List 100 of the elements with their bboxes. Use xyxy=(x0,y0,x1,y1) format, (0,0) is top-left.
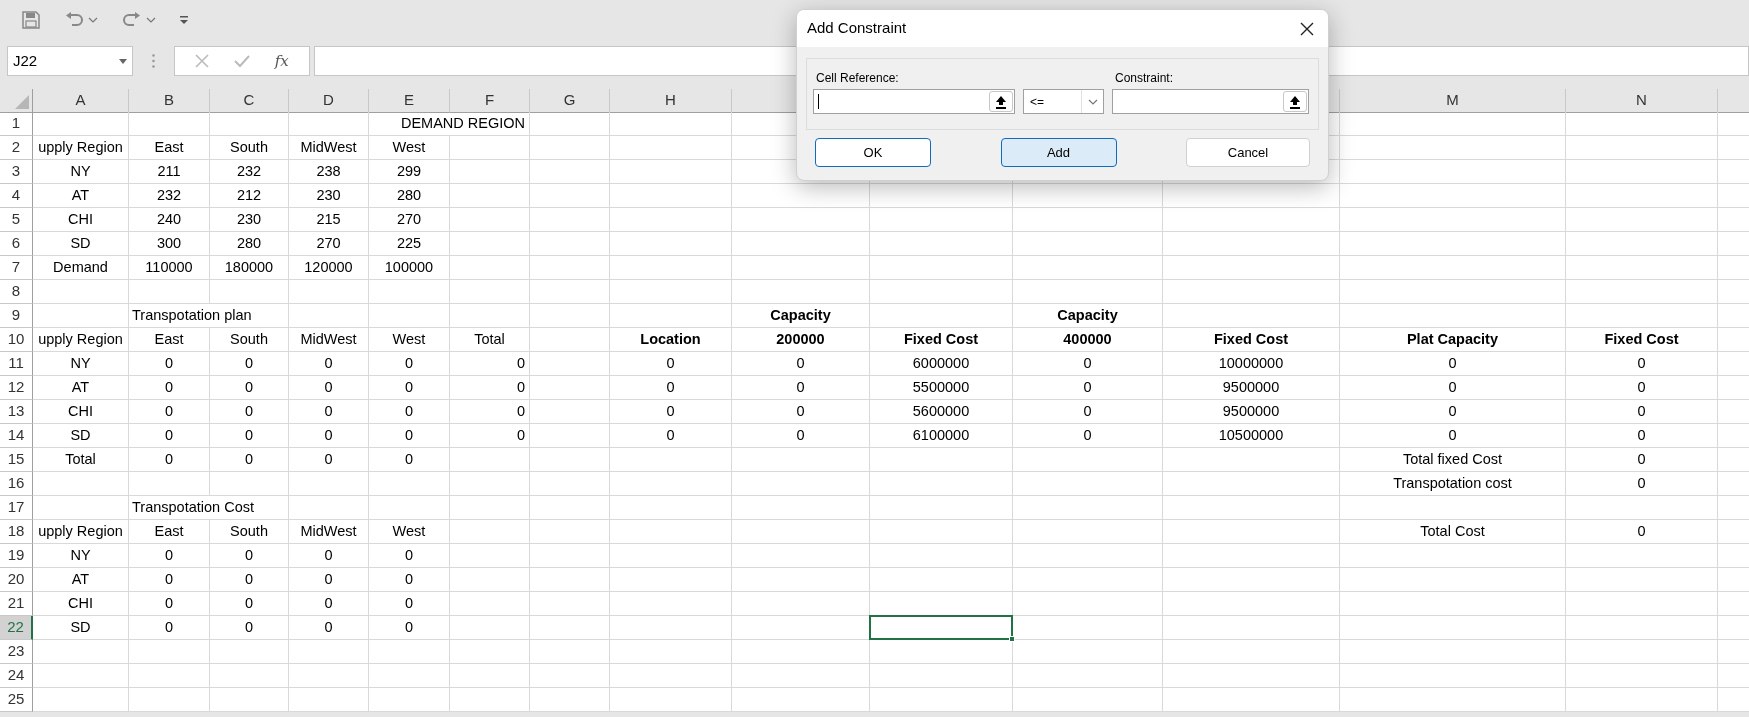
table-cell: 0 xyxy=(732,400,870,424)
table-cell: 240 xyxy=(129,208,210,232)
table-cell: 5600000 xyxy=(870,400,1013,424)
table-cell: East xyxy=(129,136,210,160)
table-cell: 0 xyxy=(129,592,210,616)
table-cell: 0 xyxy=(1566,520,1718,544)
table-cell: 300 xyxy=(129,232,210,256)
table-cell: 0 xyxy=(369,376,450,400)
table-cell: 400000 xyxy=(1013,328,1163,352)
table-cell: 0 xyxy=(1013,352,1163,376)
table-cell: East xyxy=(129,328,210,352)
table-cell: 0 xyxy=(210,448,289,472)
table-cell: 0 xyxy=(1566,376,1718,400)
table-cell: SD xyxy=(33,232,129,256)
table-cell: 270 xyxy=(369,208,450,232)
table-cell: Capacity xyxy=(732,304,870,328)
table-cell: 0 xyxy=(289,448,369,472)
table-cell: 0 xyxy=(450,424,530,448)
table-cell: 0 xyxy=(289,424,369,448)
table-cell: 0 xyxy=(369,616,450,640)
table-cell: 0 xyxy=(1013,400,1163,424)
table-cell: 230 xyxy=(210,208,289,232)
table-cell: 0 xyxy=(129,568,210,592)
table-cell: Transpotation Cost xyxy=(129,496,289,520)
table-cell: 211 xyxy=(129,160,210,184)
table-cell: 0 xyxy=(210,544,289,568)
table-cell: Total Cost xyxy=(1340,520,1566,544)
table-cell: Demand xyxy=(33,256,129,280)
table-cell: 0 xyxy=(369,352,450,376)
table-cell: 0 xyxy=(129,544,210,568)
table-cell: 180000 xyxy=(210,256,289,280)
table-cell: 0 xyxy=(129,400,210,424)
table-cell: Total xyxy=(450,328,530,352)
table-cell: MidWest xyxy=(289,520,369,544)
table-cell: 110000 xyxy=(129,256,210,280)
table-cell: 299 xyxy=(369,160,450,184)
table-cell: 212 xyxy=(210,184,289,208)
table-cell: 9500000 xyxy=(1163,400,1340,424)
table-cell: CHI xyxy=(33,208,129,232)
table-cell: NY xyxy=(33,160,129,184)
table-cell: 6100000 xyxy=(870,424,1013,448)
table-cell: upply Region xyxy=(33,136,129,160)
table-cell: Capacity xyxy=(1013,304,1163,328)
table-cell: Plat Capacity xyxy=(1340,328,1566,352)
table-cell: 120000 xyxy=(289,256,369,280)
table-cell: SD xyxy=(33,616,129,640)
table-cell: CHI xyxy=(33,592,129,616)
table-cell: 0 xyxy=(210,352,289,376)
table-cell: 270 xyxy=(289,232,369,256)
table-cell: Total xyxy=(33,448,129,472)
table-cell: Fixed Cost xyxy=(870,328,1013,352)
table-cell: Transpotation cost xyxy=(1340,472,1566,496)
table-cell: 0 xyxy=(369,448,450,472)
table-cell: 0 xyxy=(129,376,210,400)
table-cell: Fixed Cost xyxy=(1566,328,1718,352)
table-cell: 100000 xyxy=(369,256,450,280)
table-cell: 232 xyxy=(129,184,210,208)
table-cell: Fixed Cost xyxy=(1163,328,1340,352)
table-cell: South xyxy=(210,328,289,352)
table-cell: 0 xyxy=(450,352,530,376)
table-cell: 230 xyxy=(289,184,369,208)
table-cell: 0 xyxy=(289,400,369,424)
table-cell: 0 xyxy=(369,424,450,448)
table-cell: 0 xyxy=(610,376,732,400)
table-cell: 225 xyxy=(369,232,450,256)
table-cell: 0 xyxy=(610,352,732,376)
table-cell: NY xyxy=(33,352,129,376)
table-cell: 280 xyxy=(210,232,289,256)
table-cell: 0 xyxy=(289,616,369,640)
table-cell: AT xyxy=(33,376,129,400)
table-cell: Transpotation plan xyxy=(129,304,289,328)
table-cell: East xyxy=(129,520,210,544)
table-cell: DEMAND REGION xyxy=(369,112,530,136)
table-cell: 0 xyxy=(1340,376,1566,400)
table-cell: 0 xyxy=(369,544,450,568)
table-cell: 0 xyxy=(369,592,450,616)
table-cell: 0 xyxy=(369,568,450,592)
table-cell: 10000000 xyxy=(1163,352,1340,376)
table-cell: 215 xyxy=(289,208,369,232)
table-cell: 0 xyxy=(210,568,289,592)
table-cell: 0 xyxy=(369,400,450,424)
table-cell: 0 xyxy=(210,376,289,400)
table-cell: 0 xyxy=(1340,400,1566,424)
table-cell: 0 xyxy=(450,376,530,400)
table-cell: 0 xyxy=(129,448,210,472)
table-cell: 0 xyxy=(732,376,870,400)
table-cell: 0 xyxy=(210,592,289,616)
field-label: Cell Reference: xyxy=(815,70,900,87)
table-cell: 0 xyxy=(450,400,530,424)
table-cell: 0 xyxy=(1340,424,1566,448)
table-cell: West xyxy=(369,520,450,544)
table-cell: 0 xyxy=(210,424,289,448)
table-cell: 6000000 xyxy=(870,352,1013,376)
table-cell: 0 xyxy=(610,424,732,448)
table-cell: South xyxy=(210,136,289,160)
table-cell: 0 xyxy=(1013,424,1163,448)
table-cell: 0 xyxy=(289,544,369,568)
table-cell: 0 xyxy=(732,424,870,448)
table-cell: 0 xyxy=(1566,448,1718,472)
table-cell: 0 xyxy=(1013,376,1163,400)
